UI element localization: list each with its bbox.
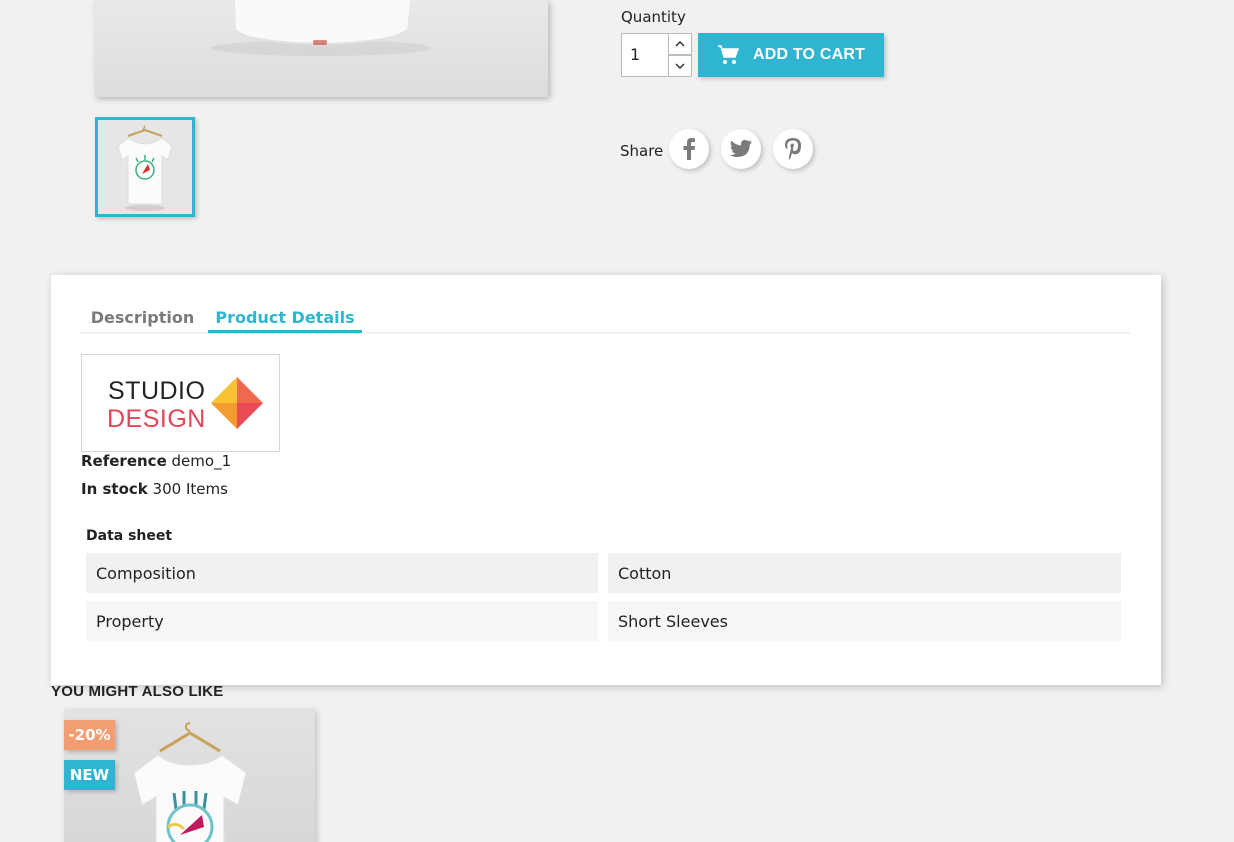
facebook-icon bbox=[683, 138, 695, 160]
shopping-cart-icon bbox=[717, 45, 739, 64]
tshirt-image bbox=[211, 0, 431, 56]
stock-label: In stock bbox=[81, 480, 148, 498]
quantity-label: Quantity bbox=[621, 8, 686, 26]
quantity-increase-button[interactable] bbox=[668, 33, 692, 55]
reference-value: demo_1 bbox=[171, 452, 232, 470]
datasheet-name-cell: Composition bbox=[86, 553, 598, 593]
active-tab-indicator bbox=[208, 330, 362, 333]
quantity-decrease-button[interactable] bbox=[668, 55, 692, 77]
datasheet-name-cell: Property bbox=[86, 601, 598, 641]
twitter-icon bbox=[730, 140, 752, 157]
chevron-up-icon bbox=[675, 41, 685, 47]
datasheet-title: Data sheet bbox=[86, 528, 173, 544]
brand-diamond-logo bbox=[211, 377, 263, 429]
tshirt-thumbnail-image bbox=[117, 125, 173, 211]
stock-line: In stock 300 Items bbox=[81, 480, 228, 498]
facebook-share-button[interactable] bbox=[669, 129, 709, 169]
add-to-cart-button[interactable]: ADD TO CART bbox=[698, 33, 884, 77]
datasheet-value-cell: Short Sleeves bbox=[608, 601, 1121, 641]
product-thumbnail[interactable] bbox=[95, 117, 195, 217]
new-flag: NEW bbox=[64, 760, 115, 790]
quantity-input[interactable]: 1 bbox=[621, 33, 669, 77]
reference-line: Reference demo_1 bbox=[81, 452, 231, 470]
pinterest-share-button[interactable] bbox=[773, 129, 813, 169]
datasheet-value-cell: Cotton bbox=[608, 553, 1121, 593]
chevron-down-icon bbox=[675, 63, 685, 69]
twitter-share-button[interactable] bbox=[721, 129, 761, 169]
tab-product-details[interactable]: Product Details bbox=[208, 302, 362, 332]
related-products-title: YOU MIGHT ALSO LIKE bbox=[51, 683, 224, 700]
tab-description[interactable]: Description bbox=[81, 302, 204, 332]
pinterest-icon bbox=[785, 138, 801, 160]
reference-label: Reference bbox=[81, 452, 167, 470]
share-label: Share bbox=[620, 142, 664, 160]
stock-value: 300 Items bbox=[152, 480, 228, 498]
brand-logo[interactable]: STUDIO DESIGN bbox=[81, 354, 280, 452]
product-main-image[interactable] bbox=[95, 0, 548, 97]
discount-flag: -20% bbox=[64, 720, 115, 750]
add-to-cart-label: ADD TO CART bbox=[752, 46, 866, 63]
